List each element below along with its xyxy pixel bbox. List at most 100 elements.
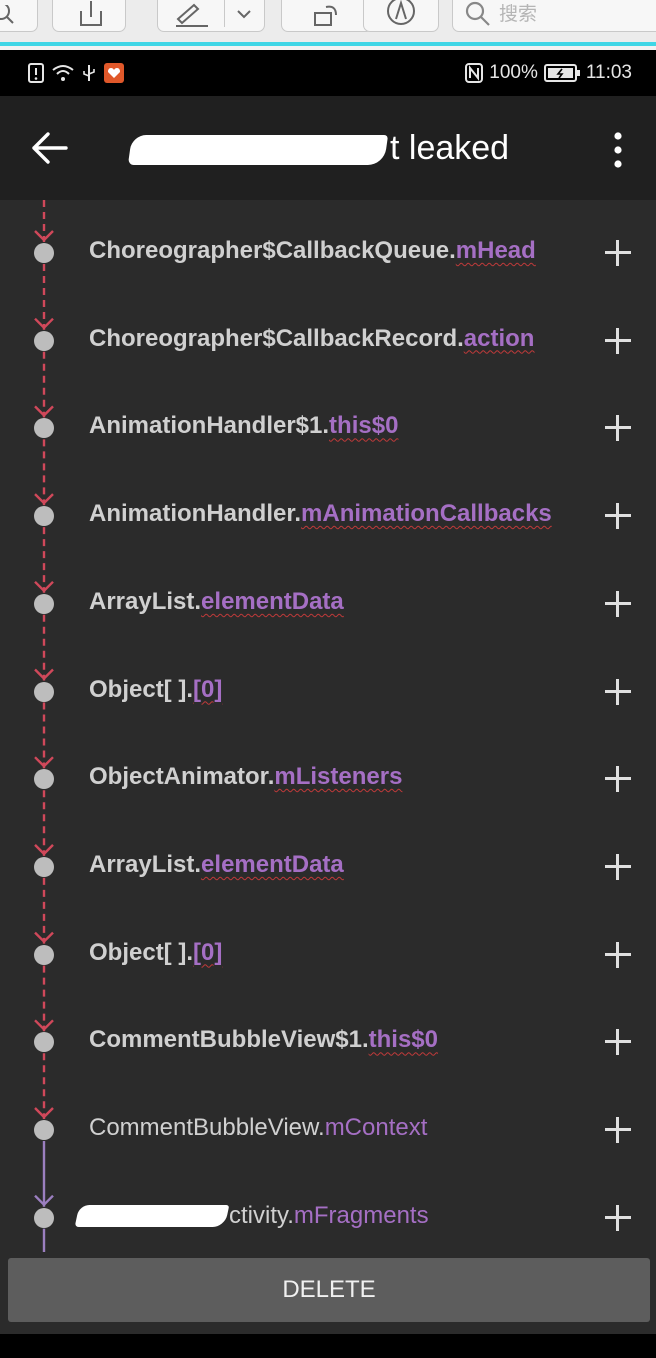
alert-icon <box>28 63 44 83</box>
trace-class-name: CommentBubbleView$1. <box>89 1026 369 1054</box>
trace-row[interactable]: AnimationHandler$1.this$0 <box>0 384 656 472</box>
delete-button[interactable]: DELETE <box>8 1258 650 1322</box>
trace-node <box>34 769 54 790</box>
trace-field-name: mListeners <box>274 763 403 791</box>
trace-row-label: AnimationHandler.mAnimationCallbacks <box>89 500 552 528</box>
trace-row[interactable]: Choreographer$CallbackQueue.mHead <box>0 209 656 297</box>
trace-class-name: ObjectAnimator. <box>89 763 275 791</box>
pen-circle-icon <box>387 0 415 25</box>
trace-row-label: Object[ ].[0] <box>89 676 222 704</box>
trace-row-label: Object[ ].[0] <box>89 939 222 967</box>
trace-field-name: action <box>463 324 535 352</box>
overflow-menu-icon[interactable] <box>604 130 632 170</box>
trace-field-name: mAnimationCallbacks <box>301 500 552 528</box>
trace-field-name: mHead <box>455 237 536 264</box>
annotate-button[interactable] <box>363 0 439 32</box>
trace-row-label: CommentBubbleView$1.this$0 <box>89 1026 438 1054</box>
share-button[interactable] <box>52 0 126 32</box>
trace-class-name: AnimationHandler. <box>89 500 302 528</box>
trace-row-label: ObjectAnimator.mListeners <box>89 763 402 791</box>
navigation-bar <box>0 1334 656 1358</box>
battery-charging-icon <box>543 64 580 82</box>
trace-class-name: Object[ ]. <box>89 938 194 966</box>
redaction-mark <box>74 1205 230 1228</box>
trace-row[interactable]: ObjectAnimator.mListeners <box>0 735 656 823</box>
trace-field-name: mFragments <box>293 1201 429 1229</box>
trace-class-name: Choreographer$CallbackRecord. <box>89 324 464 352</box>
zoom-button[interactable] <box>0 0 38 32</box>
expand-plus-icon[interactable] <box>605 1204 631 1231</box>
trace-node <box>34 944 54 965</box>
trace-field-name: elementData <box>201 850 344 878</box>
trace-row-label: Choreographer$CallbackRecord.action <box>89 325 534 353</box>
trace-node <box>34 593 54 614</box>
trace-row[interactable]: CommentBubbleView.mContext <box>0 1086 656 1174</box>
trace-row-label: ArrayList.elementData <box>89 588 344 616</box>
trace-field-name: mContext <box>324 1114 428 1141</box>
trace-row-label: Choreographer$CallbackQueue.mHead <box>89 237 536 265</box>
search-placeholder: 搜索 <box>499 3 538 25</box>
trace-node <box>34 506 54 527</box>
share-icon <box>80 1 102 26</box>
desktop-toolbar: 搜索 <box>0 0 656 42</box>
trace-row-label: ArrayList.elementData <box>89 851 344 879</box>
status-bar: 100% 11:03 <box>0 50 656 96</box>
clock: 11:03 <box>585 62 632 83</box>
expand-plus-icon[interactable] <box>605 240 631 266</box>
expand-plus-icon[interactable] <box>605 1029 631 1056</box>
trace-row[interactable]: ArrayList.elementData <box>0 560 656 648</box>
pen-icon <box>176 3 208 27</box>
trace-class-name: Object[ ]. <box>89 675 194 703</box>
trace-row-label: ctivity.mFragments <box>74 1201 429 1230</box>
trace-node <box>34 856 54 877</box>
trace-class-name: CommentBubbleView. <box>89 1114 325 1141</box>
leak-trace-list: Choreographer$CallbackQueue.mHead Choreog… <box>0 200 656 1252</box>
trace-row[interactable]: ArrayList.elementData <box>0 823 656 911</box>
trace-row[interactable]: Object[ ].[0] <box>0 911 656 999</box>
redaction-mark <box>127 135 389 166</box>
expand-plus-icon[interactable] <box>605 678 631 705</box>
expand-plus-icon[interactable] <box>605 941 631 968</box>
page-title: t leaked <box>127 126 550 170</box>
trace-row[interactable]: Choreographer$CallbackRecord.action <box>0 297 656 385</box>
search-field[interactable]: 搜索 <box>452 0 656 32</box>
expand-plus-icon[interactable] <box>605 327 631 354</box>
trace-row[interactable]: Object[ ].[0] <box>0 648 656 736</box>
trace-class-name: AnimationHandler$1. <box>89 412 330 440</box>
usb-icon <box>83 65 95 81</box>
app-bar: t leaked <box>0 96 656 200</box>
expand-plus-icon[interactable] <box>605 1117 631 1143</box>
trace-row-label: AnimationHandler$1.this$0 <box>89 412 398 440</box>
wifi-icon <box>52 65 74 81</box>
trace-node <box>34 1120 54 1140</box>
trace-row[interactable]: AnimationHandler.mAnimationCallbacks <box>0 472 656 560</box>
trace-field-name: elementData <box>201 587 344 615</box>
page-title-text: t leaked <box>390 129 510 167</box>
chevron-down-icon <box>237 10 251 19</box>
expand-plus-icon[interactable] <box>605 503 631 530</box>
trace-class-name: ArrayList. <box>89 587 202 615</box>
trace-node <box>34 243 54 263</box>
rotate-button[interactable] <box>281 0 373 32</box>
rotate-icon <box>314 5 337 26</box>
expand-plus-icon[interactable] <box>605 590 631 617</box>
trace-class-name: ctivity. <box>229 1201 294 1229</box>
expand-plus-icon[interactable] <box>605 766 631 793</box>
trace-node <box>34 1032 54 1053</box>
trace-field-name: [0] <box>193 675 223 703</box>
trace-node <box>34 418 54 439</box>
trace-node <box>34 681 54 702</box>
markup-button[interactable] <box>157 0 265 32</box>
trace-field-name: this$0 <box>329 412 399 440</box>
expand-plus-icon[interactable] <box>605 853 631 880</box>
nfc-icon <box>465 63 484 83</box>
battery-percent: 100% <box>489 62 538 83</box>
trace-row[interactable]: CommentBubbleView$1.this$0 <box>0 998 656 1086</box>
expand-plus-icon[interactable] <box>605 415 631 442</box>
trace-class-name: ArrayList. <box>89 850 202 878</box>
back-arrow-icon[interactable] <box>30 130 70 166</box>
trace-row-label: CommentBubbleView.mContext <box>89 1114 427 1142</box>
magnifier-icon <box>0 5 14 24</box>
trace-row[interactable]: ctivity.mFragments <box>0 1174 656 1262</box>
trace-node <box>34 330 54 351</box>
